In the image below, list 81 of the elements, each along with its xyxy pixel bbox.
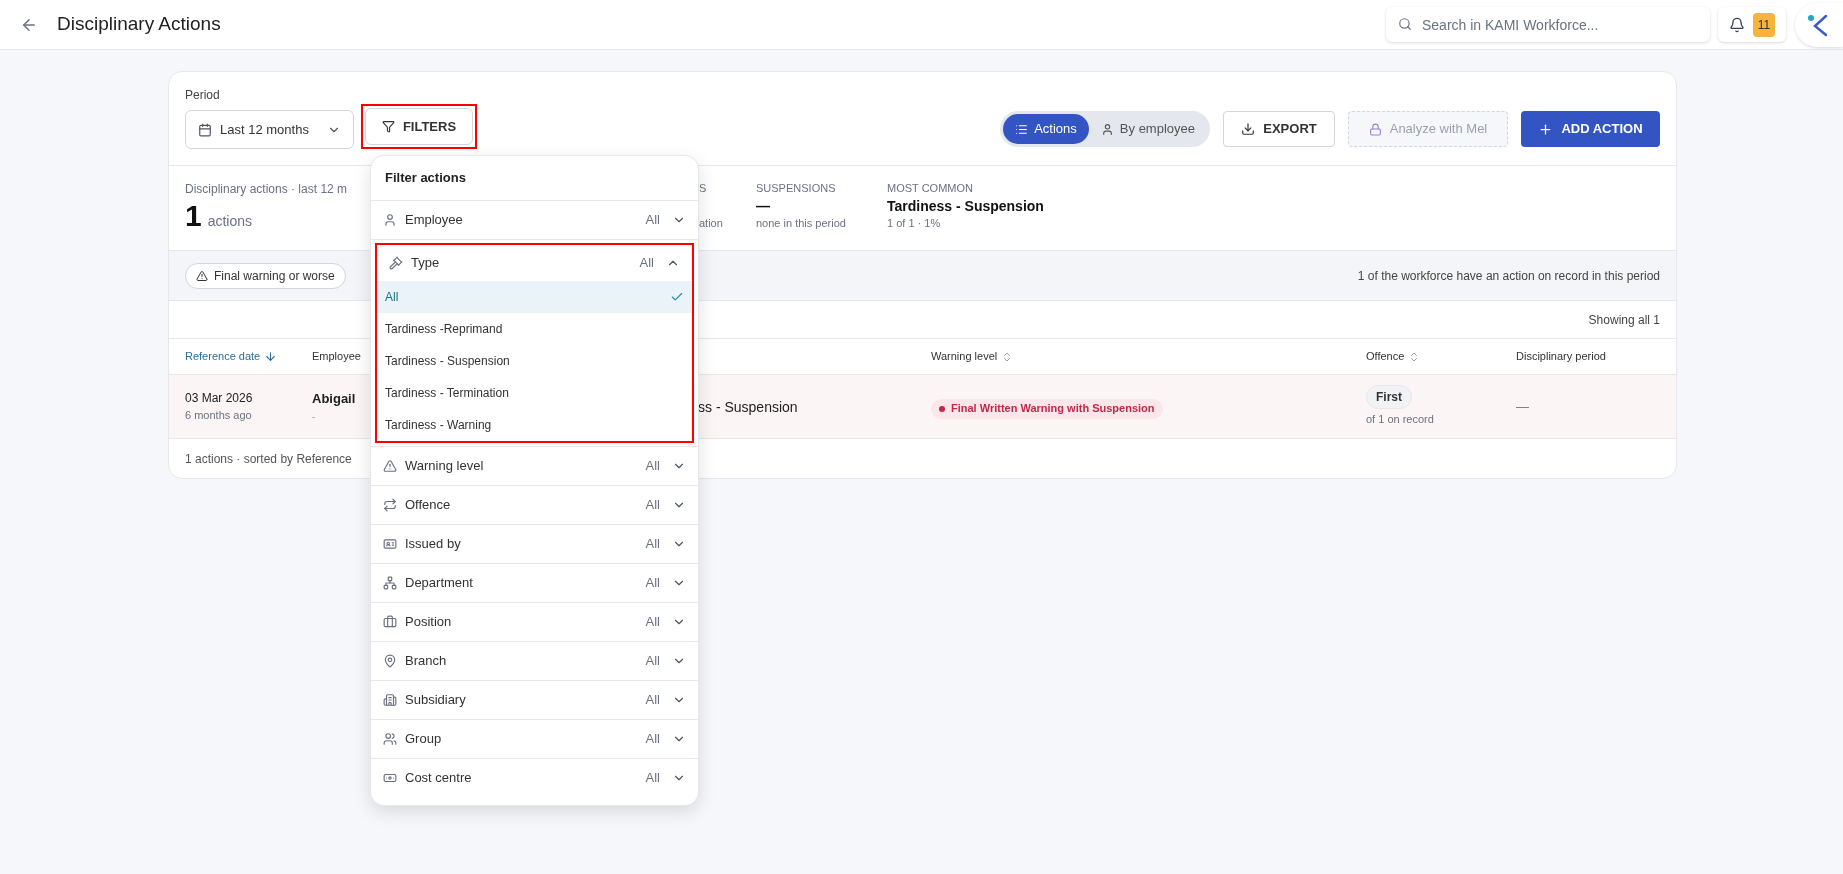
lock-icon [1368,122,1382,136]
stat-label: S [699,181,707,196]
stat-note: 1 of 1 · 1% [887,215,941,231]
table-cell-text: 03 Mar 2026 [185,390,253,408]
count-unit: actions [207,212,253,231]
briefcase-icon [383,615,397,629]
bell-icon [1728,16,1745,33]
filter-option[interactable]: Tardiness - Suspension [377,345,692,377]
filters-button[interactable]: FILTERS [365,108,473,145]
view-tab[interactable]: By employee [1088,114,1207,144]
repeat-icon [383,498,397,512]
table-cell-text: 6 months ago [185,408,252,424]
table-cell-text: of 1 on record [1366,412,1434,428]
calendar-icon [198,122,212,137]
gavel-icon [389,256,403,270]
filter-row[interactable]: Cost centre All [371,759,698,797]
id-card-icon [383,537,397,551]
filter-row[interactable]: Position All [371,603,698,641]
hierarchy-icon [383,576,397,590]
period-select[interactable]: Last 12 months [185,110,354,149]
filter-row[interactable]: Subsidiary All [371,681,698,719]
table-cell-text: — [1516,397,1529,416]
notifications-button[interactable]: 11 [1718,7,1786,42]
column-header[interactable]: Offence [1366,348,1421,365]
warning-icon [383,459,397,473]
banknote-icon [383,771,397,785]
column-header[interactable]: Disciplinary period [1516,348,1606,365]
column-header[interactable]: Employee [312,348,361,365]
period-label: Period [185,87,221,104]
stat-value: Tardiness - Suspension [887,196,1044,215]
view-tab[interactable]: Actions [1003,114,1089,144]
person-icon [383,213,397,227]
search-icon [1398,17,1412,31]
stat-label: MOST COMMON [887,181,973,196]
stat-note: ation [699,215,723,231]
warning-icon [196,269,208,282]
table-cell: ss - Suspension [698,398,798,415]
filter-row[interactable]: Issued by All [371,525,698,563]
check-icon [670,290,684,304]
people-icon [383,732,397,746]
offence-badge: First [1366,385,1412,410]
stat-value: — [756,196,770,215]
list-icon [1015,122,1029,136]
filter-row[interactable]: Group All [371,720,698,758]
sort-arrow-icon [264,350,278,363]
filter-chip[interactable]: Final warning or worse [185,262,346,289]
table-footer: 1 actions · sorted by Reference [185,449,352,468]
person-icon [1100,122,1114,136]
filter-row[interactable]: Type All [377,245,692,281]
stat-label: SUSPENSIONS [756,181,836,196]
filter-option[interactable]: Tardiness - Warning [377,409,692,441]
logo-icon[interactable] [1795,2,1843,47]
filter-row[interactable]: Employee All [371,201,698,239]
action-count: 1 [185,198,202,234]
map-pin-icon [383,654,397,668]
stat-caption: Disciplinary actions · last 12 m [185,181,349,198]
download-icon [1241,122,1256,136]
filter-row[interactable]: Branch All [371,642,698,680]
warning-badge: Final Written Warning with Suspension [931,398,1163,419]
export-button[interactable]: EXPORT [1223,111,1335,147]
workforce-note: 1 of the workforce have an action on record in this period [1357,267,1660,285]
filter-row[interactable]: Warning level All [371,447,698,485]
filter-row[interactable]: Offence All [371,486,698,524]
filter-row[interactable]: Department All [371,564,698,602]
table-cell-text: Abigail [312,390,356,409]
building-icon [383,693,397,707]
column-header[interactable]: Reference date [185,348,278,365]
plus-icon [1538,121,1554,137]
search-field[interactable]: Search in KAMI Workforce... [1386,7,1710,42]
filter-option[interactable]: Tardiness - Termination [377,377,692,409]
stat-note: none in this period [756,215,846,231]
add-action-button[interactable]: ADD ACTION [1521,111,1660,147]
showing-count: Showing all 1 [1588,311,1660,329]
filter-option[interactable]: All [377,281,692,313]
funnel-icon [381,120,395,133]
notification-badge: 11 [1752,12,1776,37]
menu-title: Filter actions [385,169,466,188]
column-header[interactable]: Warning level [931,348,1014,365]
table-cell-text: - [312,409,316,424]
filter-option[interactable]: Tardiness -Reprimand [377,313,692,345]
page-title: Disciplinary Actions [57,12,221,37]
